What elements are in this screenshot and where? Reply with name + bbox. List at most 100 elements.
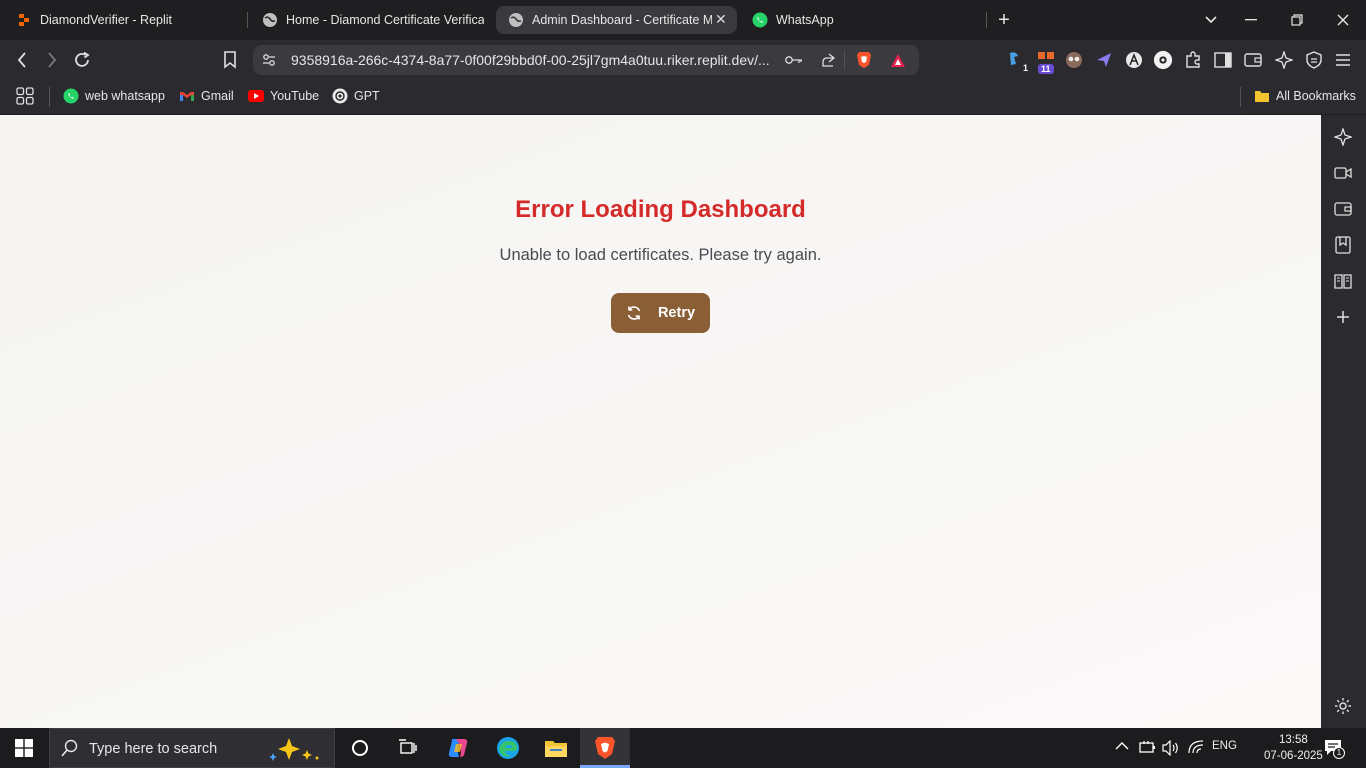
battery-plug-icon[interactable] (1138, 740, 1156, 757)
replit-icon (16, 12, 32, 28)
retry-label: Retry (657, 305, 696, 321)
wallet-icon[interactable] (1243, 50, 1263, 70)
copilot-app-icon[interactable] (446, 736, 470, 760)
vpn-shield-icon[interactable] (1304, 50, 1324, 70)
tab-search-chevron-icon[interactable] (1201, 10, 1221, 30)
tab-admin-dashboard[interactable]: Admin Dashboard - Certificate M (496, 6, 737, 34)
error-message: Unable to load certificates. Please try … (499, 246, 822, 264)
minimize-icon[interactable] (1241, 10, 1261, 30)
system-clock[interactable]: 13:58 07-06-2025 (1264, 732, 1323, 764)
tab-home[interactable]: Home - Diamond Certificate Verificati (262, 6, 484, 34)
sidebar-toggle-icon[interactable] (1213, 50, 1233, 70)
back-icon[interactable] (12, 50, 32, 70)
search-icon (61, 739, 79, 762)
extension-gear-icon[interactable] (1153, 50, 1173, 70)
bookmark-label: YouTube (270, 89, 320, 103)
file-explorer-icon[interactable] (544, 736, 568, 760)
all-bookmarks-button[interactable]: All Bookmarks (1254, 88, 1356, 104)
badge: 11 (1038, 64, 1054, 74)
tab-whatsapp[interactable]: WhatsApp (752, 6, 952, 34)
bookmark-gpt[interactable]: GPT (332, 88, 380, 104)
forward-icon[interactable] (42, 50, 62, 70)
leo-ai-icon[interactable] (1274, 50, 1294, 70)
key-icon[interactable] (785, 51, 803, 69)
copilot-sparkle-icon (265, 735, 327, 768)
retry-button[interactable]: Retry (611, 293, 710, 333)
add-panel-icon[interactable] (1333, 307, 1353, 327)
refresh-icon (626, 305, 642, 321)
brave-rewards-icon[interactable] (889, 51, 907, 69)
youtube-icon (248, 88, 264, 104)
omnibox-divider (844, 51, 845, 69)
close-window-icon[interactable] (1333, 10, 1353, 30)
extension-5-icon[interactable] (1124, 50, 1144, 70)
windows-start-icon[interactable] (12, 736, 36, 760)
new-tab-button[interactable]: + (994, 9, 1014, 31)
bookmark-label: web whatsapp (85, 89, 165, 103)
globe-icon (508, 12, 524, 28)
globe-icon (262, 12, 278, 28)
clock-time: 13:58 (1279, 734, 1308, 746)
language-indicator[interactable]: ENG (1212, 740, 1237, 752)
task-view-icon[interactable] (396, 736, 420, 760)
url-text[interactable]: 9358916a-266c-4374-8a77-0f00f29bbd0f-00-… (291, 52, 776, 68)
side-panel (1321, 115, 1366, 728)
close-tab-icon[interactable]: ✕ (715, 11, 727, 28)
reading-list-icon[interactable] (1333, 271, 1353, 291)
bookmark-icon[interactable] (220, 50, 240, 70)
site-settings-icon[interactable] (260, 51, 278, 69)
bookmarks-panel-icon[interactable] (1333, 235, 1353, 255)
tab-title: DiamondVerifier - Replit (40, 13, 172, 27)
page-content: Error Loading Dashboard Unable to load c… (0, 115, 1321, 728)
address-bar[interactable]: 9358916a-266c-4374-8a77-0f00f29bbd0f-00-… (253, 45, 919, 75)
extension-2-icon[interactable]: 11 (1036, 50, 1056, 74)
bookmark-web-whatsapp[interactable]: web whatsapp (63, 88, 165, 104)
tab-title: WhatsApp (776, 13, 834, 27)
apps-grid-icon[interactable] (16, 87, 34, 105)
show-hidden-icons-icon[interactable] (1115, 741, 1129, 754)
bookmark-gmail[interactable]: Gmail (179, 88, 234, 104)
tab-strip: DiamondVerifier - Replit Home - Diamond … (0, 0, 1366, 40)
settings-gear-icon[interactable] (1333, 696, 1353, 716)
cortana-icon[interactable] (348, 736, 372, 760)
menu-icon[interactable] (1333, 50, 1353, 70)
reload-icon[interactable] (72, 50, 92, 70)
bookmark-youtube[interactable]: YouTube (248, 88, 319, 104)
whatsapp-icon (752, 12, 768, 28)
extension-3-icon[interactable] (1064, 50, 1084, 70)
clock-date: 07-06-2025 (1264, 750, 1323, 762)
brave-browser-icon[interactable] (593, 736, 617, 760)
whatsapp-icon (63, 88, 79, 104)
bookmarks-separator (49, 87, 50, 107)
extensions-puzzle-icon[interactable] (1183, 50, 1203, 70)
share-icon[interactable] (819, 51, 837, 69)
folder-icon (1254, 88, 1270, 104)
tab-title: Admin Dashboard - Certificate M (532, 13, 712, 27)
all-bookmarks-label: All Bookmarks (1276, 89, 1356, 103)
tab-separator (986, 12, 987, 28)
wifi-icon[interactable] (1188, 740, 1204, 757)
tab-replit[interactable]: DiamondVerifier - Replit (16, 6, 241, 34)
windows-taskbar: Type here to search ENG 13:58 07-06-2025 (0, 728, 1366, 768)
gmail-icon (179, 88, 195, 104)
openai-icon (332, 88, 348, 104)
bookmark-label: GPT (354, 89, 380, 103)
restore-icon[interactable] (1287, 10, 1307, 30)
brave-shields-icon[interactable] (855, 51, 873, 69)
tab-title: Home - Diamond Certificate Verificati (286, 13, 484, 27)
notification-center-icon[interactable]: 1 (1324, 739, 1345, 760)
bookmark-label: Gmail (201, 89, 234, 103)
volume-icon[interactable] (1162, 739, 1180, 759)
edge-browser-icon[interactable] (496, 736, 520, 760)
leo-ai-icon[interactable] (1333, 127, 1353, 147)
error-title: Error Loading Dashboard (515, 196, 806, 223)
taskbar-search-box[interactable]: Type here to search (49, 728, 335, 768)
search-placeholder: Type here to search (89, 741, 218, 757)
wallet-icon[interactable] (1333, 199, 1353, 219)
notification-badge: 1 (1333, 747, 1345, 759)
tab-separator (247, 12, 248, 28)
extension-4-icon[interactable] (1094, 50, 1114, 70)
bookmarks-separator (1240, 87, 1241, 107)
extension-1-icon[interactable]: 1 (1006, 50, 1028, 73)
talk-video-icon[interactable] (1333, 163, 1353, 183)
